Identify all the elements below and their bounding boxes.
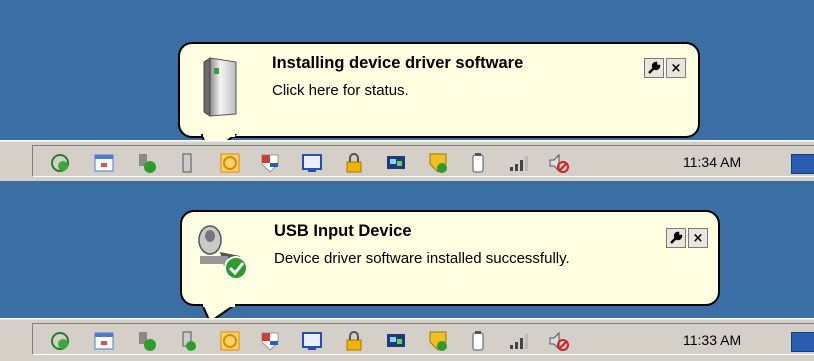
shield-flag-icon[interactable]: [259, 330, 281, 352]
volume-muted-icon[interactable]: [547, 330, 569, 352]
signal-icon[interactable]: [507, 152, 529, 174]
app-window-icon[interactable]: [93, 330, 115, 352]
options-button[interactable]: [666, 228, 686, 248]
wrench-icon: [670, 231, 683, 244]
monitor-icon[interactable]: [301, 330, 323, 352]
show-desktop-button[interactable]: [791, 154, 814, 174]
security-shield-icon[interactable]: [427, 330, 449, 352]
security-shield-icon[interactable]: [427, 152, 449, 174]
close-icon: ×: [670, 60, 682, 76]
display-settings-icon[interactable]: [385, 330, 407, 352]
usb-device-icon[interactable]: [177, 152, 199, 174]
hard-drive-icon: [202, 56, 242, 118]
balloon-message[interactable]: Click here for status.: [272, 82, 409, 99]
lock-icon[interactable]: [343, 152, 365, 174]
close-icon: ×: [692, 230, 704, 246]
network-icon[interactable]: [49, 330, 71, 352]
notification-balloon[interactable]: USB Input Device Device driver software …: [180, 210, 720, 306]
usb-mouse-success-icon: [196, 222, 256, 286]
monitor-icon[interactable]: [301, 152, 323, 174]
volume-muted-icon[interactable]: [547, 152, 569, 174]
notification-area: 11:33 AM: [32, 323, 814, 355]
clock[interactable]: 11:34 AM: [683, 152, 741, 172]
balloon-title: USB Input Device: [274, 222, 412, 240]
clock[interactable]: 11:33 AM: [683, 330, 741, 350]
notification-area: 11:34 AM: [32, 145, 814, 177]
app-window-icon[interactable]: [93, 152, 115, 174]
battery-icon[interactable]: [467, 152, 489, 174]
panel-installing: Installing device driver software Click …: [0, 0, 814, 181]
wrench-icon: [648, 61, 661, 74]
orange-clock-icon[interactable]: [219, 152, 241, 174]
options-button[interactable]: [644, 58, 664, 78]
shield-flag-icon[interactable]: [259, 152, 281, 174]
taskbar: 11:33 AM: [0, 318, 814, 361]
taskbar: 11:34 AM: [0, 140, 814, 181]
balloon-message[interactable]: Device driver software installed success…: [274, 250, 570, 267]
close-button[interactable]: ×: [666, 58, 686, 78]
balloon-title: Installing device driver software: [272, 54, 524, 72]
battery-icon[interactable]: [467, 330, 489, 352]
orange-clock-icon[interactable]: [219, 330, 241, 352]
usb-device-icon[interactable]: [177, 330, 199, 352]
show-desktop-button[interactable]: [791, 332, 814, 352]
safely-remove-icon[interactable]: [135, 152, 157, 174]
panel-installed: USB Input Device Device driver software …: [0, 180, 814, 361]
signal-icon[interactable]: [507, 330, 529, 352]
display-settings-icon[interactable]: [385, 152, 407, 174]
network-icon[interactable]: [49, 152, 71, 174]
close-button[interactable]: ×: [688, 228, 708, 248]
lock-icon[interactable]: [343, 330, 365, 352]
notification-balloon[interactable]: Installing device driver software Click …: [178, 42, 700, 138]
safely-remove-icon[interactable]: [135, 330, 157, 352]
